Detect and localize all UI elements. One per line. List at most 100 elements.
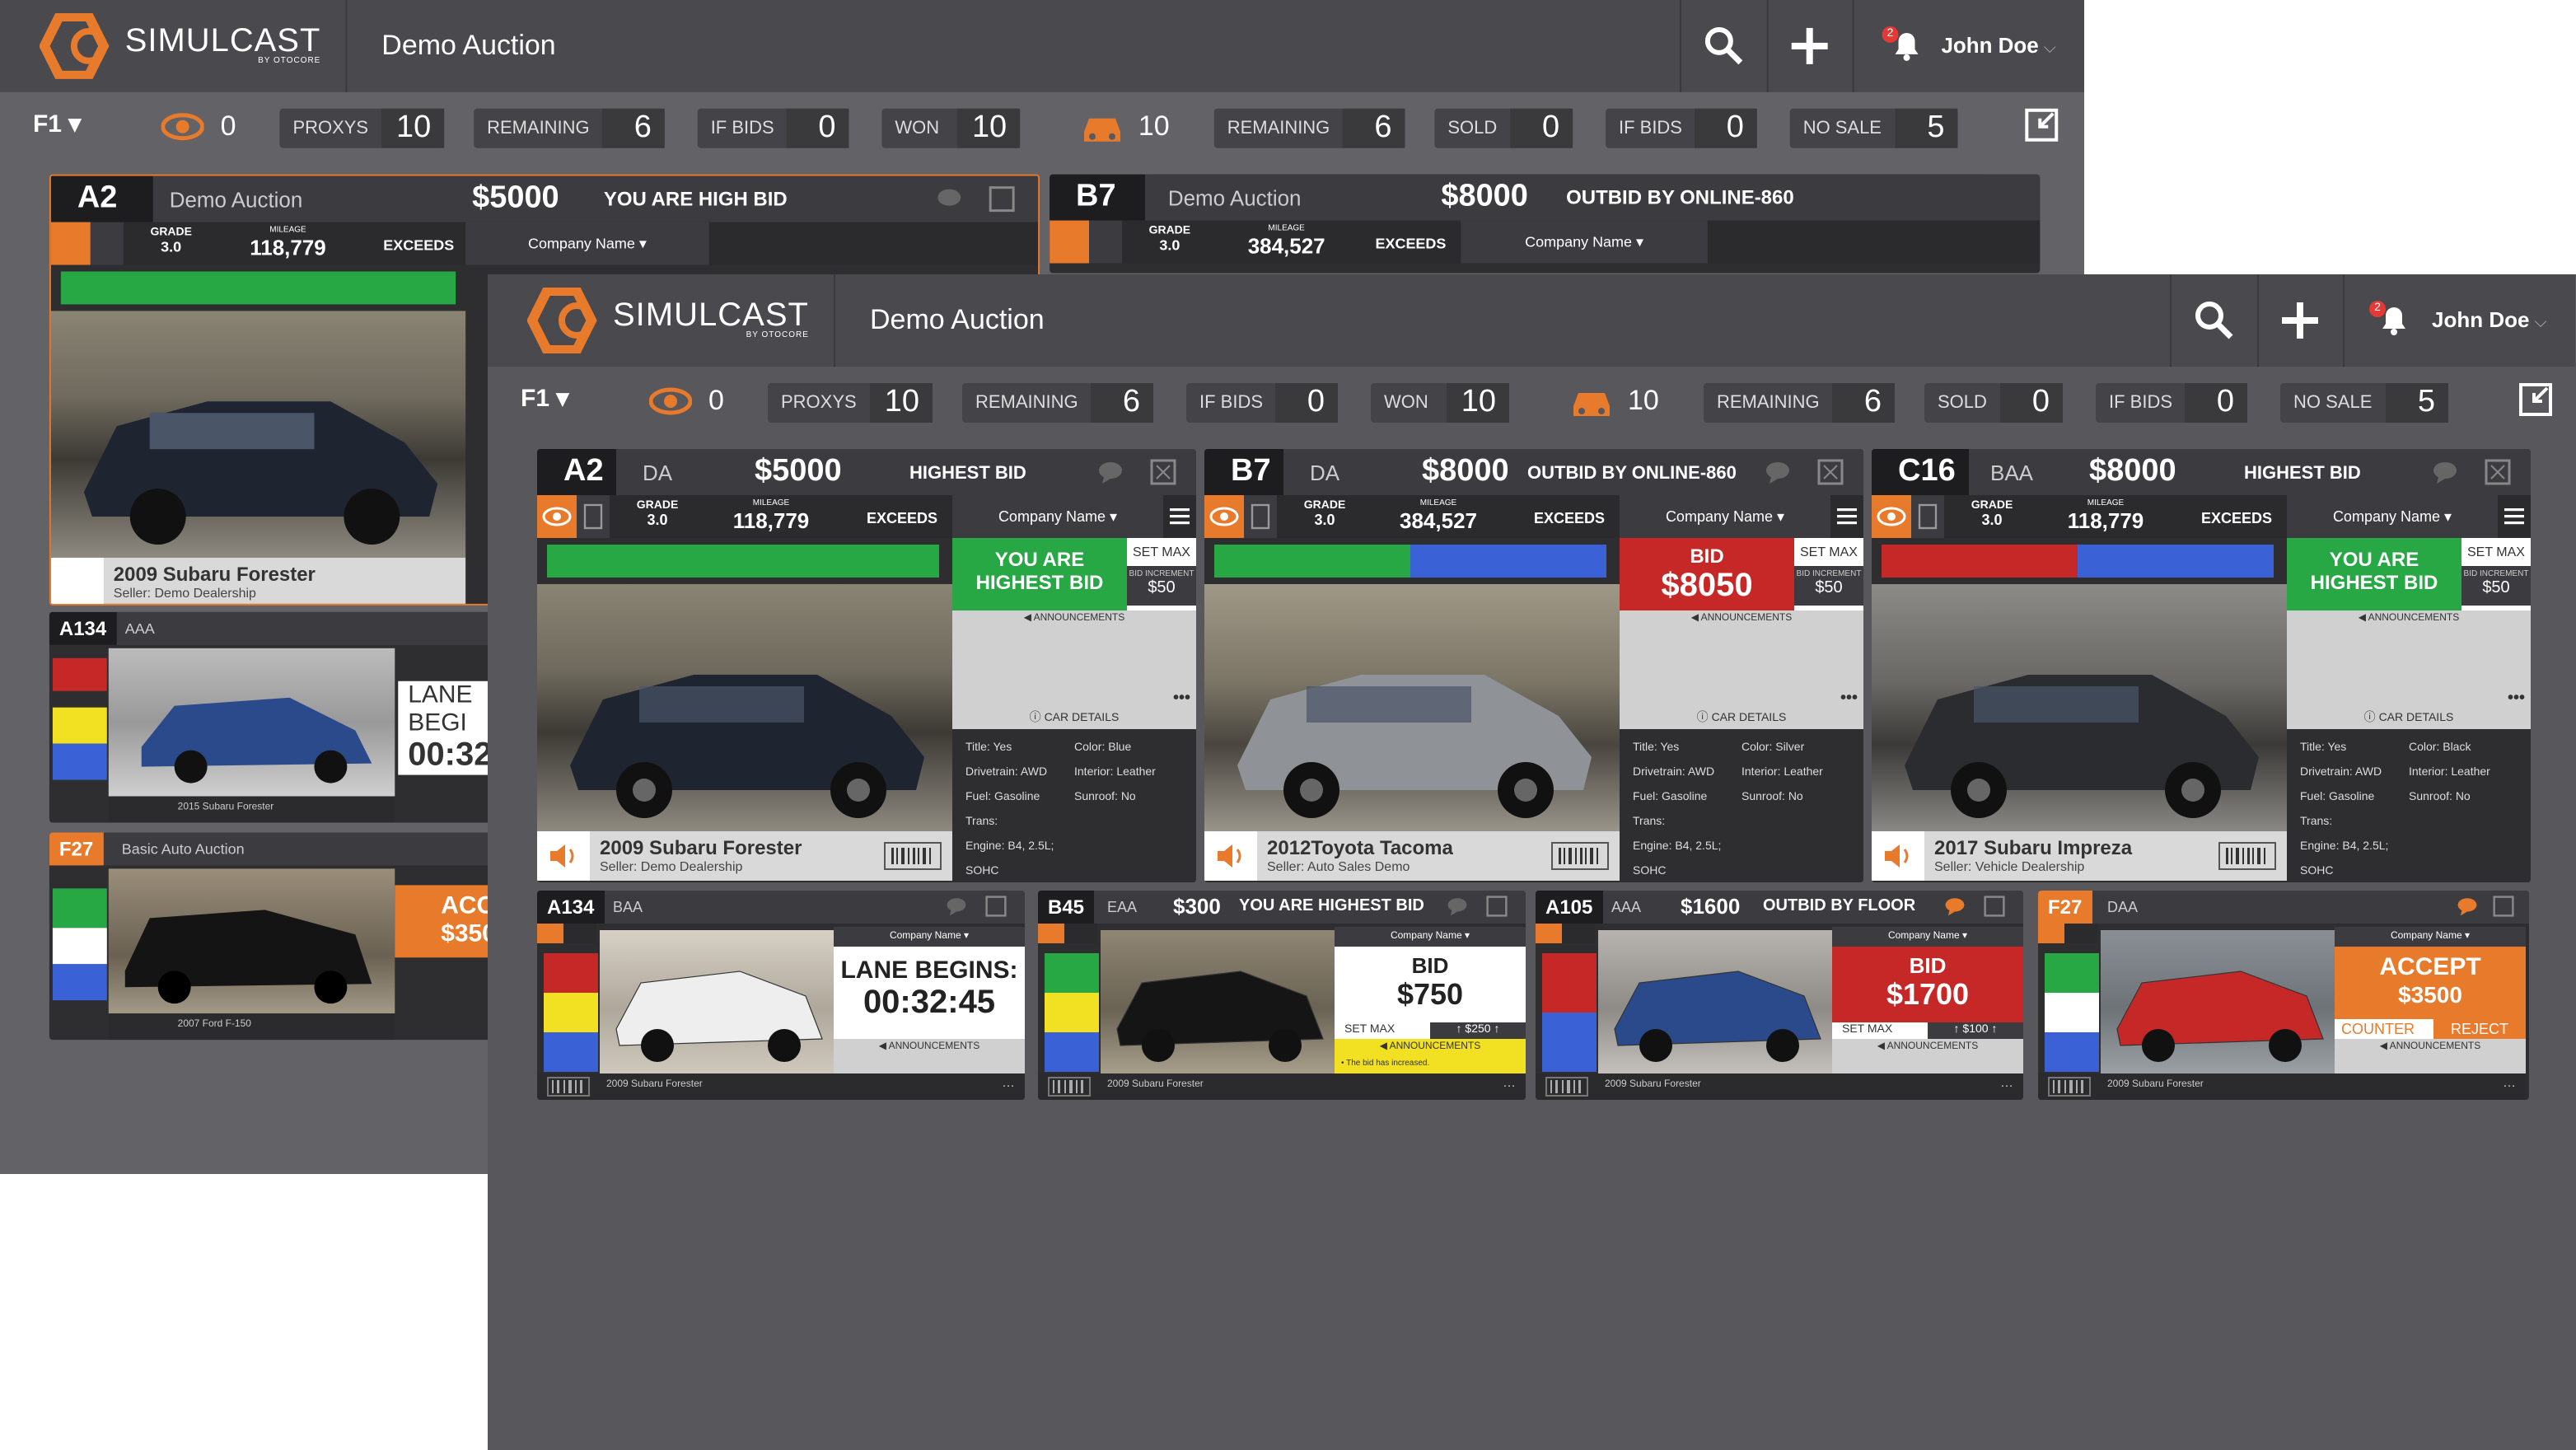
detail-item: Drivetrain: AWD — [2300, 767, 2382, 779]
barcode-icon[interactable] — [883, 841, 942, 871]
chat-icon[interactable] — [936, 186, 962, 213]
company-dropdown[interactable]: Company Name ▾ — [1461, 220, 1708, 264]
barcode-icon[interactable] — [1545, 1077, 1588, 1097]
chat-icon[interactable] — [1447, 896, 1468, 917]
expand-icon[interactable] — [2485, 459, 2511, 485]
lot-number: A2 — [50, 175, 153, 222]
set-max-button[interactable]: SET MAX — [1344, 1024, 1395, 1036]
document-icon[interactable] — [577, 495, 610, 538]
lot-card[interactable]: A134AAA LANE BEGI00:32:4 2015 Subaru For… — [49, 611, 491, 823]
more-icon[interactable]: … — [1002, 1075, 1015, 1090]
bid-box[interactable]: YOU ARE HIGHEST BID — [952, 538, 1127, 610]
collapse-icon[interactable] — [2518, 381, 2554, 418]
bid-box[interactable]: BID $750 SET MAX ↑ $250 ↑ — [1335, 947, 1526, 1039]
add-icon[interactable] — [2277, 297, 2323, 344]
lane-selector[interactable]: F1 ▾ — [521, 383, 568, 413]
set-max-button[interactable]: SET MAX — [1842, 1024, 1892, 1036]
expand-icon[interactable] — [1984, 896, 2005, 917]
company-dropdown[interactable]: Company Name ▾ — [2287, 495, 2498, 538]
more-icon[interactable]: … — [2503, 1075, 2516, 1090]
lot-card[interactable]: A134 BAA Company Name ▾ LANE BEGINS: 00:3… — [537, 891, 1025, 1100]
document-icon[interactable] — [90, 222, 124, 265]
document-icon[interactable] — [1911, 495, 1944, 538]
lot-card[interactable]: F27Basic Auto Auction ACCEPT$3500 2007 F… — [49, 832, 491, 1041]
more-icon[interactable]: ••• — [1840, 690, 1858, 708]
search-icon[interactable] — [2191, 297, 2237, 344]
lane-selector[interactable]: F1 ▾ — [33, 109, 81, 138]
lot-card[interactable]: A2 DA $5000 HIGHEST BID GRADE 3.0 MILEAGE… — [537, 449, 1196, 882]
barcode-icon[interactable] — [547, 1077, 590, 1097]
menu-icon[interactable] — [1170, 508, 1190, 525]
watch-toggle[interactable] — [1872, 495, 1911, 538]
lot-card[interactable]: F27 DAA Company Name ▾ ACCEPT $3500 COUNT… — [2038, 891, 2529, 1100]
set-max-button[interactable]: SET MAX BID INCREMENT $50 — [1794, 538, 1863, 610]
set-max-button[interactable]: SET MAX BID INCREMENT $50 — [2461, 538, 2531, 610]
user-menu[interactable]: John Doe ⌵ — [2432, 307, 2547, 332]
lot-card[interactable]: C16 BAA $8000 HIGHEST BID GRADE 3.0 MILEA… — [1872, 449, 2531, 882]
barcode-icon[interactable] — [1550, 841, 1610, 871]
search-icon[interactable] — [1701, 23, 1747, 69]
company-dropdown[interactable]: Company Name ▾ — [1832, 927, 2023, 947]
chat-icon[interactable] — [1765, 459, 1791, 485]
lot-card[interactable]: B7 Demo Auction $8000 OUTBID BY ONLINE-8… — [1050, 174, 2041, 274]
watch-toggle[interactable] — [537, 924, 563, 943]
company-dropdown[interactable]: Company Name ▾ — [465, 222, 709, 265]
watch-toggle[interactable] — [2038, 924, 2064, 943]
more-icon[interactable]: … — [1503, 1075, 1516, 1090]
barcode-icon[interactable] — [2218, 841, 2277, 871]
watch-toggle[interactable] — [1038, 924, 1064, 943]
company-dropdown[interactable]: Company Name ▾ — [1620, 495, 1830, 538]
speaker-icon[interactable] — [537, 831, 590, 881]
more-icon[interactable]: ••• — [2508, 690, 2525, 708]
chat-icon[interactable] — [2457, 896, 2478, 917]
add-icon[interactable] — [1787, 23, 1833, 69]
collapse-icon[interactable] — [2023, 107, 2059, 143]
bid-box[interactable]: BID $1700 SET MAX ↑ $100 ↑ — [1832, 947, 2023, 1039]
company-dropdown[interactable]: Company Name ▾ — [1335, 927, 1526, 947]
detail-item: Title: Yes — [2300, 742, 2347, 754]
lot-card[interactable]: B7 DA $8000 OUTBID BY ONLINE-860 GRADE 3.… — [1204, 449, 1863, 882]
chat-icon[interactable] — [1097, 459, 1124, 485]
bid-box[interactable]: BID $8050 — [1620, 538, 1794, 610]
set-max-button[interactable]: SET MAX BID INCREMENT $50 — [1127, 538, 1196, 610]
detail-item: Title: Yes — [965, 742, 1012, 754]
bid-box[interactable]: ACCEPT $3500 COUNTER REJECT — [2335, 947, 2526, 1039]
menu-icon[interactable] — [2504, 508, 2524, 525]
watch-toggle[interactable] — [50, 222, 91, 265]
bid-box[interactable]: LANE BEGINS: 00:32:45 — [834, 947, 1025, 1039]
bid-status: HIGHEST BID — [2244, 464, 2361, 484]
expand-icon[interactable] — [985, 896, 1007, 917]
chat-icon[interactable] — [1944, 896, 1966, 917]
company-dropdown[interactable]: Company Name ▾ — [2335, 927, 2526, 947]
speaker-icon[interactable] — [50, 557, 104, 604]
document-icon[interactable] — [1244, 495, 1277, 538]
watch-toggle[interactable] — [1204, 495, 1244, 538]
lot-card[interactable]: A105 AAA $1600 OUTBID BY FLOOR Company N… — [1536, 891, 2023, 1100]
user-menu[interactable]: John Doe ⌵ — [1941, 33, 2055, 58]
proxys-stat: PROXYS 10 — [768, 383, 933, 423]
company-dropdown[interactable]: Company Name ▾ — [952, 495, 1163, 538]
lot-card[interactable]: B45 EAA $300 YOU ARE HIGHEST BID Company… — [1038, 891, 1526, 1100]
won-stat: WON 10 — [881, 108, 1021, 148]
watch-toggle[interactable] — [1536, 924, 1562, 943]
menu-icon[interactable] — [1837, 508, 1857, 525]
expand-icon[interactable] — [1486, 896, 1508, 917]
expand-icon[interactable] — [989, 186, 1015, 213]
chat-icon[interactable] — [946, 896, 967, 917]
more-icon[interactable]: ••• — [1173, 690, 1190, 708]
company-dropdown[interactable]: Company Name ▾ — [834, 927, 1025, 947]
more-icon[interactable]: … — [2000, 1075, 2013, 1090]
lot-number: A134 — [537, 891, 605, 924]
barcode-icon[interactable] — [2048, 1077, 2091, 1097]
speaker-icon[interactable] — [1872, 831, 1924, 881]
barcode-icon[interactable] — [1048, 1077, 1091, 1097]
expand-icon[interactable] — [2493, 896, 2514, 917]
speaker-icon[interactable] — [1204, 831, 1257, 881]
reject-button[interactable]: REJECT — [2433, 1019, 2526, 1039]
bid-box[interactable]: YOU ARE HIGHEST BID — [2287, 538, 2461, 610]
counter-button[interactable]: COUNTER — [2341, 1021, 2415, 1037]
chat-icon[interactable] — [2432, 459, 2458, 485]
watch-toggle[interactable] — [537, 495, 577, 538]
expand-icon[interactable] — [1817, 459, 1844, 485]
expand-icon[interactable] — [1150, 459, 1176, 485]
